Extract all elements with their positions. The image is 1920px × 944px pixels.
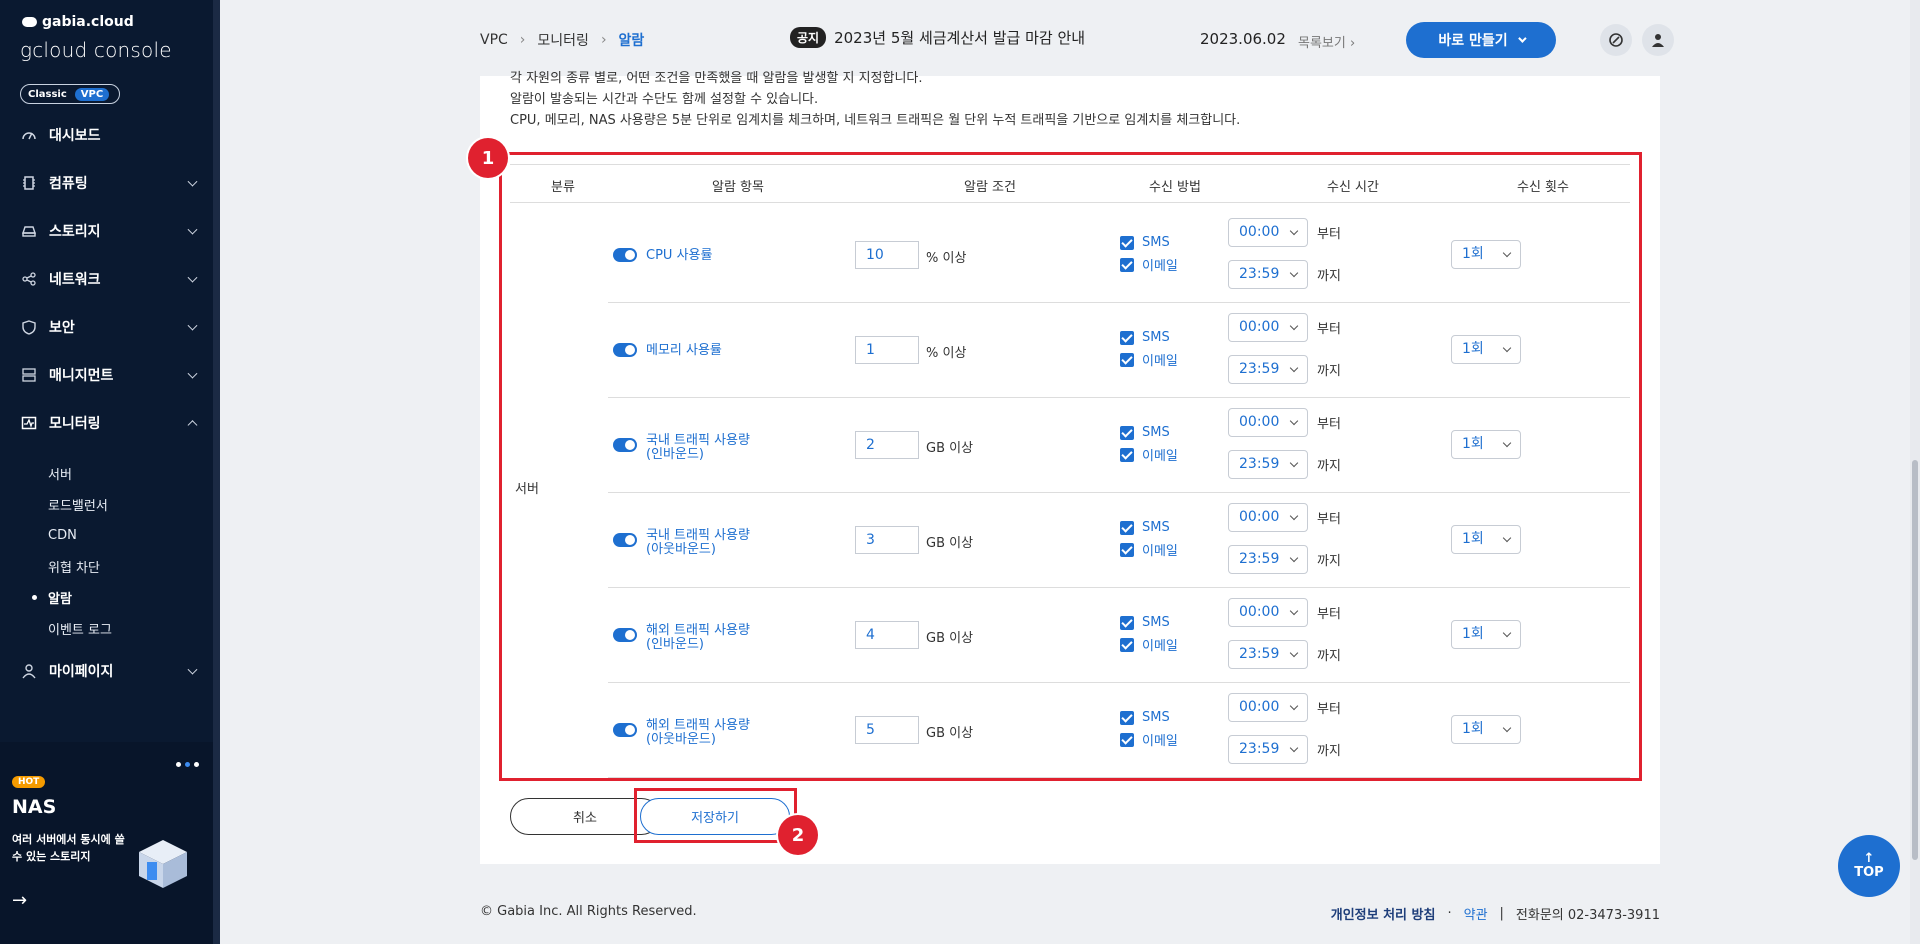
description-line: 각 자원의 종류 별로, 어떤 조건을 만족했을 때 알람을 발생할 지 지정합… [510, 71, 923, 86]
chevron-down-icon [1517, 34, 1527, 43]
promo-banner[interactable]: HOT NAS 여러 서버에서 동시에 쓸 수 있는 스토리지 → [0, 742, 220, 944]
sidebar-item-label: 매니지먼트 [49, 368, 114, 384]
sidebar-item-label: 보안 [49, 320, 75, 336]
subnav-item-1[interactable]: 로드밸런서 [0, 489, 220, 520]
contact-number: 전화문의 02-3473-3911 [1515, 908, 1660, 923]
breadcrumb-monitoring[interactable]: 모니터링 [537, 30, 589, 50]
sidebar-item-label: 모니터링 [49, 416, 101, 432]
sidebar-item-1[interactable]: 컴퓨팅 [0, 159, 220, 207]
chevron-down-icon [187, 224, 198, 235]
sidebar-item-4[interactable]: 보안 [0, 303, 220, 351]
annotation-box-1 [499, 152, 1642, 781]
breadcrumb-separator-icon: › [519, 32, 526, 48]
drive-icon [20, 223, 37, 240]
chevron-down-icon [187, 664, 198, 675]
chip-icon [20, 175, 37, 192]
notice-banner[interactable]: 공지 2023년 5월 세금계산서 발급 마감 안내 [790, 27, 1085, 48]
promo-text: 여러 서버에서 동시에 쓸 수 있는 스토리지 [12, 833, 125, 863]
top-header: VPC › 모니터링 › 알람 공지 2023년 5월 세금계산서 발급 마감 안내… [480, 20, 1880, 60]
quick-create-label: 바로 만들기 [1438, 33, 1508, 49]
network-icon [20, 271, 37, 288]
subnav-item-3[interactable]: 위협 차단 [0, 551, 220, 582]
sidebar-item-label: 마이페이지 [49, 664, 114, 680]
user-icon [20, 663, 37, 680]
notice-text[interactable]: 2023년 5월 세금계산서 발급 마감 안내 [834, 27, 1085, 48]
notice-list-label: 목록보기 [1298, 36, 1346, 51]
chevron-down-icon [187, 272, 198, 283]
chat-icon[interactable] [1600, 24, 1632, 56]
privacy-link[interactable]: 개인정보 처리 방침 [1331, 904, 1436, 923]
shield-icon [20, 319, 37, 336]
sidebar-item-label: 컴퓨팅 [49, 176, 88, 192]
quick-create-button[interactable]: 바로 만들기 [1406, 22, 1556, 58]
footer-divider: | [1499, 906, 1504, 921]
subnav-item-5[interactable]: 이벤트 로그 [0, 613, 220, 644]
user-profile-icon[interactable] [1642, 24, 1674, 56]
sidebar-item-7[interactable]: 마이페이지 [0, 647, 220, 695]
mode-vpc[interactable]: VPC [74, 87, 110, 101]
hot-badge: HOT [12, 776, 46, 788]
main-area: VPC › 모니터링 › 알람 공지 2023년 5월 세금계산서 발급 마감 안내… [220, 0, 1920, 944]
monitoring-subnav: 서버 로드밸런서 CDN 위협 차단 알람 이벤트 로그 [0, 458, 220, 644]
top-label: TOP [1854, 865, 1884, 880]
sidebar-item-0[interactable]: 대시보드 [0, 111, 220, 159]
promo-title: NAS [12, 796, 57, 818]
mode-switch[interactable]: Classic VPC [20, 84, 120, 104]
copyright: © Gabia Inc. All Rights Reserved. [480, 904, 697, 919]
breadcrumb: VPC › 모니터링 › 알람 [480, 30, 644, 50]
footer-links: 개인정보 처리 방침 · 약관 | 전화문의 02-3473-3911 [1331, 904, 1660, 923]
sidebar-scrollbar[interactable] [213, 0, 220, 944]
terms-link[interactable]: 약관 [1464, 904, 1488, 923]
subnav-item-0[interactable]: 서버 [0, 458, 220, 489]
sidebar-item-label: 대시보드 [49, 128, 101, 144]
subnav-item-2[interactable]: CDN [0, 520, 220, 551]
sidebar-item-label: 스토리지 [49, 224, 101, 240]
breadcrumb-vpc[interactable]: VPC [480, 32, 508, 48]
carousel-dots[interactable] [176, 762, 199, 767]
sidebar: gabia.cloud gcloud console Classic VPC 대… [0, 0, 220, 944]
sidebar-item-label: 네트워크 [49, 272, 101, 288]
breadcrumb-separator-icon: › [600, 32, 607, 48]
storage-cube-icon [139, 840, 187, 888]
chevron-right-icon: › [1349, 36, 1356, 51]
description-line: CPU, 메모리, NAS 사용량은 5분 단위로 임계치를 체크하며, 네트워… [510, 113, 1241, 128]
notice-date: 2023.06.02 [1200, 30, 1286, 48]
description-line: 알람이 발송되는 시간과 수단도 함께 설정할 수 있습니다. [510, 92, 819, 107]
notice-list-link[interactable]: 목록보기 › [1298, 32, 1355, 51]
brand-logo[interactable]: gabia.cloud [22, 14, 134, 30]
annotation-box-2 [634, 788, 797, 843]
monitor-icon [20, 415, 37, 432]
annotation-marker-1: 1 [468, 138, 508, 178]
server-icon [20, 367, 37, 384]
cloud-icon [22, 17, 37, 27]
sidebar-item-5[interactable]: 매니지먼트 [0, 351, 220, 399]
brand-top-label: gabia.cloud [42, 14, 134, 30]
chevron-down-icon [187, 368, 198, 379]
gauge-icon [20, 127, 37, 144]
subnav-item-4[interactable]: 알람 [0, 582, 220, 613]
breadcrumb-alarm: 알람 [618, 33, 645, 49]
footer: © Gabia Inc. All Rights Reserved. 개인정보 처… [480, 904, 1660, 924]
mode-classic[interactable]: Classic [22, 88, 73, 101]
notice-badge: 공지 [790, 27, 827, 48]
sidebar-item-2[interactable]: 스토리지 [0, 207, 220, 255]
chevron-down-icon [187, 176, 198, 187]
page-scrollbar-thumb[interactable] [1912, 460, 1918, 860]
footer-dot: · [1447, 906, 1452, 921]
arrow-up-icon: ↑ [1863, 851, 1875, 866]
sidebar-item-3[interactable]: 네트워크 [0, 255, 220, 303]
scroll-top-button[interactable]: ↑ TOP [1838, 835, 1900, 897]
annotation-marker-2: 2 [778, 815, 818, 855]
chevron-down-icon [187, 320, 198, 331]
description: 각 자원의 종류 별로, 어떤 조건을 만족했을 때 알람을 발생할 지 지정합… [510, 71, 1241, 131]
alarm-settings-panel: 각 자원의 종류 별로, 어떤 조건을 만족했을 때 알람을 발생할 지 지정합… [468, 71, 1660, 864]
console-title[interactable]: gcloud console [20, 38, 172, 62]
promo-arrow-icon[interactable]: → [12, 890, 27, 911]
chevron-up-icon [187, 420, 198, 431]
sidebar-item-6[interactable]: 모니터링 [0, 399, 220, 447]
